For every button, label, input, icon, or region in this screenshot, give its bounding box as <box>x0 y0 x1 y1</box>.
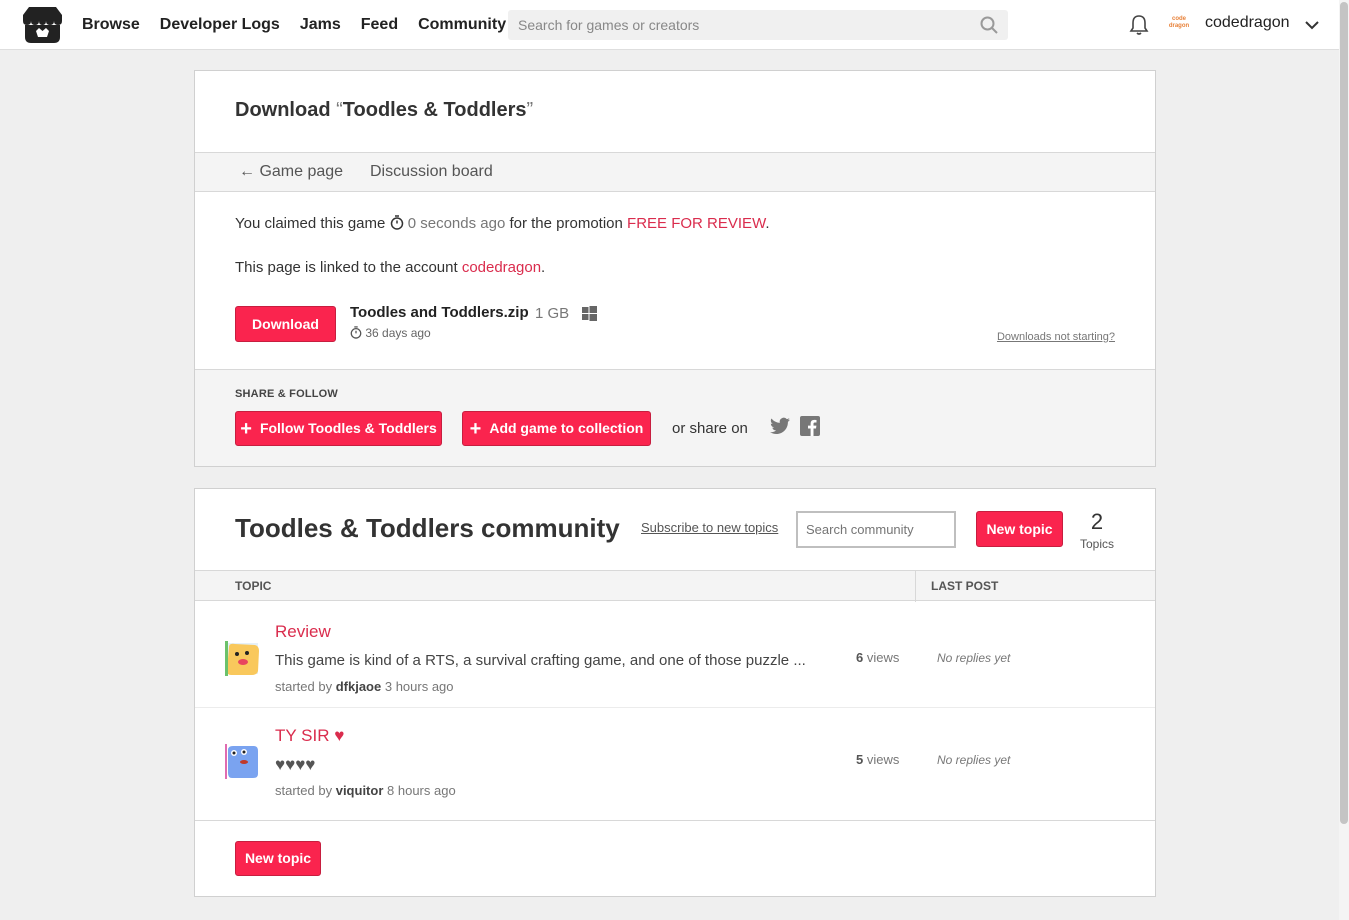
views-label: views <box>866 650 900 665</box>
nav-browse[interactable]: Browse <box>82 16 140 34</box>
community-search-input[interactable] <box>798 513 954 546</box>
file-name: Toodles and Toddlers.zip <box>350 304 529 321</box>
topic-time: 8 hours ago <box>387 783 456 798</box>
page-title: Download “Toodles & Toddlers” <box>235 99 533 122</box>
topic-title-link[interactable]: Review <box>275 622 331 642</box>
topic-last-post: No replies yet <box>937 753 1011 767</box>
file-date-text: 36 days ago <box>365 326 431 340</box>
col-topic: TOPIC <box>235 579 272 593</box>
community-panel: Toodles & Toddlers community Subscribe t… <box>194 488 1156 897</box>
col-last-post: LAST POST <box>931 579 999 593</box>
add-to-collection-button[interactable]: + Add game to collection <box>462 411 651 446</box>
share-follow-label: SHARE & FOLLOW <box>235 388 339 400</box>
discussion-board-link[interactable]: Discussion board <box>370 163 493 181</box>
linked-prefix: This page is linked to the account <box>235 259 458 276</box>
claimed-text: You claimed this game 0 seconds ago for … <box>235 215 770 232</box>
notifications-bell-icon[interactable] <box>1129 14 1149 36</box>
stopwatch-icon <box>390 215 403 230</box>
download-panel: Download “Toodles & Toddlers” ← Game pag… <box>194 70 1156 467</box>
topics-count-number: 2 <box>1090 509 1104 534</box>
follow-button[interactable]: + Follow Toodles & Toddlers <box>235 411 442 446</box>
share-follow-section: SHARE & FOLLOW + Follow Toodles & Toddler… <box>195 369 1155 466</box>
title-prefix: Download <box>235 99 331 121</box>
nav-feed[interactable]: Feed <box>361 16 398 34</box>
views-count: 6 <box>856 650 864 665</box>
topic-time: 3 hours ago <box>384 679 454 694</box>
topic-row: Review This game is kind of a RTS, a sur… <box>195 602 1155 708</box>
facebook-icon[interactable] <box>800 416 820 436</box>
topic-meta: started by viquitor 8 hours ago <box>275 783 456 798</box>
topics-table-header: TOPIC LAST POST <box>195 570 1155 602</box>
views-label: views <box>866 752 900 767</box>
topic-author-link[interactable]: dfkjaoe <box>336 679 382 694</box>
topic-last-post: No replies yet <box>937 651 1011 665</box>
topics-count: 2 Topics <box>1077 509 1117 553</box>
footer-divider <box>195 820 1155 821</box>
author-avatar[interactable] <box>225 744 260 779</box>
claimed-time: 0 seconds ago <box>407 215 506 232</box>
community-search <box>796 511 956 548</box>
username[interactable]: codedragon <box>1205 14 1290 32</box>
topic-views: 6 views <box>856 650 899 665</box>
page-scrollbar[interactable] <box>1339 0 1349 920</box>
topic-excerpt: This game is kind of a RTS, a survival c… <box>275 652 806 669</box>
plus-icon: + <box>240 418 252 440</box>
views-count: 5 <box>856 752 864 767</box>
download-subnav: ← Game page Discussion board <box>195 152 1155 192</box>
nav-developer-logs[interactable]: Developer Logs <box>160 16 280 34</box>
game-page-link[interactable]: ← Game page <box>239 163 343 181</box>
twitter-icon[interactable] <box>770 417 790 435</box>
downloads-not-starting-link[interactable]: Downloads not starting? <box>997 331 1115 343</box>
nav-community[interactable]: Community <box>418 16 506 34</box>
topic-views: 5 views <box>856 752 899 767</box>
nav-jams[interactable]: Jams <box>300 16 341 34</box>
title-game-name: Toodles & Toddlers <box>342 99 527 121</box>
topic-excerpt: ♥♥♥♥ <box>275 755 316 774</box>
topic-title-link[interactable]: TY SIR ♥ <box>275 726 344 746</box>
chevron-down-icon[interactable] <box>1304 17 1320 33</box>
search-icon[interactable] <box>980 16 998 34</box>
header-divider <box>915 571 916 602</box>
topic-author-link[interactable]: viquitor <box>336 783 384 798</box>
community-title: Toodles & Toddlers community <box>235 513 620 543</box>
claimed-prefix: You claimed this game <box>235 215 386 232</box>
promotion-link[interactable]: FREE FOR REVIEW <box>627 215 765 232</box>
collection-button-label: Add game to collection <box>489 420 644 436</box>
user-avatar[interactable]: code dragon <box>1166 16 1192 34</box>
claimed-mid: for the promotion <box>509 215 623 232</box>
share-on-label: or share on <box>672 420 748 437</box>
windows-icon <box>582 306 597 321</box>
title-open-quote: “ <box>336 99 343 121</box>
topic-row: TY SIR ♥ ♥♥♥♥ started by viquitor 8 hour… <box>195 710 1155 816</box>
started-by-label: started by <box>275 783 333 798</box>
plus-icon: + <box>469 418 482 440</box>
new-topic-button[interactable]: New topic <box>976 511 1063 547</box>
itchio-logo-icon[interactable] <box>23 7 62 43</box>
topics-count-label: Topics <box>1079 537 1114 551</box>
file-date: 36 days ago <box>350 326 431 340</box>
global-search-input[interactable] <box>508 10 1008 40</box>
title-close-quote: ” <box>526 99 534 121</box>
main-nav: Browse Developer Logs Jams Feed Communit… <box>82 0 526 50</box>
global-search <box>508 10 1008 40</box>
top-header: Browse Developer Logs Jams Feed Communit… <box>0 0 1339 50</box>
download-button[interactable]: Download <box>235 306 336 342</box>
started-by-label: started by <box>275 679 333 694</box>
author-avatar[interactable] <box>225 641 260 676</box>
file-size: 1 GB <box>535 305 570 322</box>
linked-text: This page is linked to the account coded… <box>235 259 546 276</box>
stopwatch-icon <box>350 326 362 339</box>
topic-meta: started by dfkjaoe 3 hours ago <box>275 679 454 694</box>
linked-account-link[interactable]: codedragon <box>462 259 541 276</box>
subscribe-link[interactable]: Subscribe to new topics <box>641 520 778 535</box>
follow-button-label: Follow Toodles & Toddlers <box>259 420 437 436</box>
scrollbar-thumb[interactable] <box>1340 2 1348 824</box>
new-topic-bottom-button[interactable]: New topic <box>235 841 321 876</box>
